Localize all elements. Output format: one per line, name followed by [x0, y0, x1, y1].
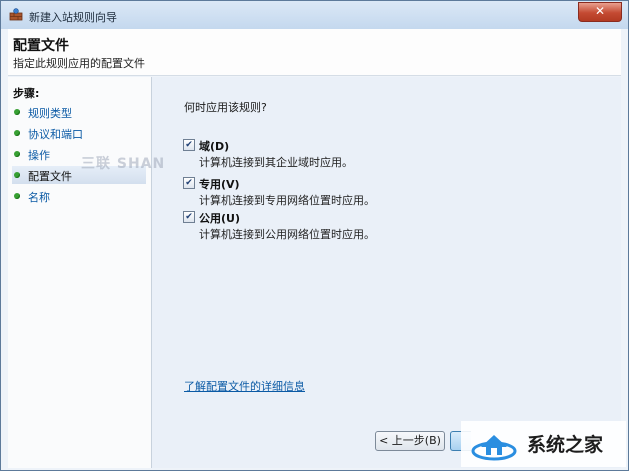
checkmark-icon: ✔ [185, 178, 193, 188]
watermark-corner: 系统之家 [461, 421, 626, 467]
green-dot-icon [14, 109, 20, 115]
option-domain[interactable]: ✔ 域(D) 计算机连接到其企业域时应用。 [183, 139, 483, 175]
steps-panel: 步骤: 规则类型 协议和端口 操作 配置文件 名称 [8, 77, 152, 468]
green-dot-icon [14, 193, 20, 199]
step-label: 操作 [28, 149, 50, 162]
domain-checkbox[interactable]: ✔ [183, 139, 195, 151]
wizard-header: 配置文件 指定此规则应用的配置文件 [8, 29, 621, 76]
question-label: 何时应用该规则? [184, 101, 267, 114]
window-title: 新建入站规则向导 [29, 11, 117, 24]
step-label: 规则类型 [28, 107, 72, 120]
learn-more-link[interactable]: 了解配置文件的详细信息 [184, 378, 305, 394]
option-name: 专用(V) [199, 178, 240, 191]
step-rule-type[interactable]: 规则类型 [12, 103, 146, 121]
watermark-center: 三联 SHAN [81, 156, 166, 172]
public-checkbox[interactable]: ✔ [183, 211, 195, 223]
back-button[interactable]: < 上一步(B) [375, 431, 445, 451]
checkmark-icon: ✔ [185, 140, 193, 150]
option-description: 计算机连接到其企业域时应用。 [199, 156, 353, 169]
option-name: 域(D) [199, 140, 230, 153]
house-logo-icon [471, 435, 517, 461]
page-title: 配置文件 [13, 38, 69, 54]
option-description: 计算机连接到专用网络位置时应用。 [199, 194, 375, 207]
close-icon: ✕ [594, 4, 606, 18]
green-dot-icon [14, 151, 20, 157]
option-public[interactable]: ✔ 公用(U) 计算机连接到公用网络位置时应用。 [183, 211, 483, 247]
watermark-text: 系统之家 [527, 434, 604, 456]
option-name: 公用(U) [199, 212, 240, 225]
green-dot-icon [14, 130, 20, 136]
checkmark-icon: ✔ [185, 212, 193, 222]
private-checkbox[interactable]: ✔ [183, 177, 195, 189]
content-pane: 何时应用该规则? ✔ 域(D) 计算机连接到其企业域时应用。 ✔ 专用(V) 计… [152, 77, 621, 468]
title-bar[interactable]: 新建入站规则向导 ✕ [1, 1, 628, 29]
step-label: 协议和端口 [28, 128, 83, 141]
step-protocol-ports[interactable]: 协议和端口 [12, 124, 146, 142]
step-label: 配置文件 [28, 170, 72, 183]
steps-heading: 步骤: [13, 87, 40, 100]
page-subtitle: 指定此规则应用的配置文件 [13, 57, 145, 70]
step-label: 名称 [28, 191, 50, 204]
option-description: 计算机连接到公用网络位置时应用。 [199, 228, 375, 241]
step-name[interactable]: 名称 [12, 187, 146, 205]
option-private[interactable]: ✔ 专用(V) 计算机连接到专用网络位置时应用。 [183, 177, 483, 213]
wizard-window: 新建入站规则向导 ✕ 配置文件 指定此规则应用的配置文件 步骤: 规则类型 协议… [0, 0, 629, 471]
green-dot-icon [14, 172, 20, 178]
close-button[interactable]: ✕ [578, 2, 622, 22]
firewall-wizard-icon [9, 8, 23, 21]
